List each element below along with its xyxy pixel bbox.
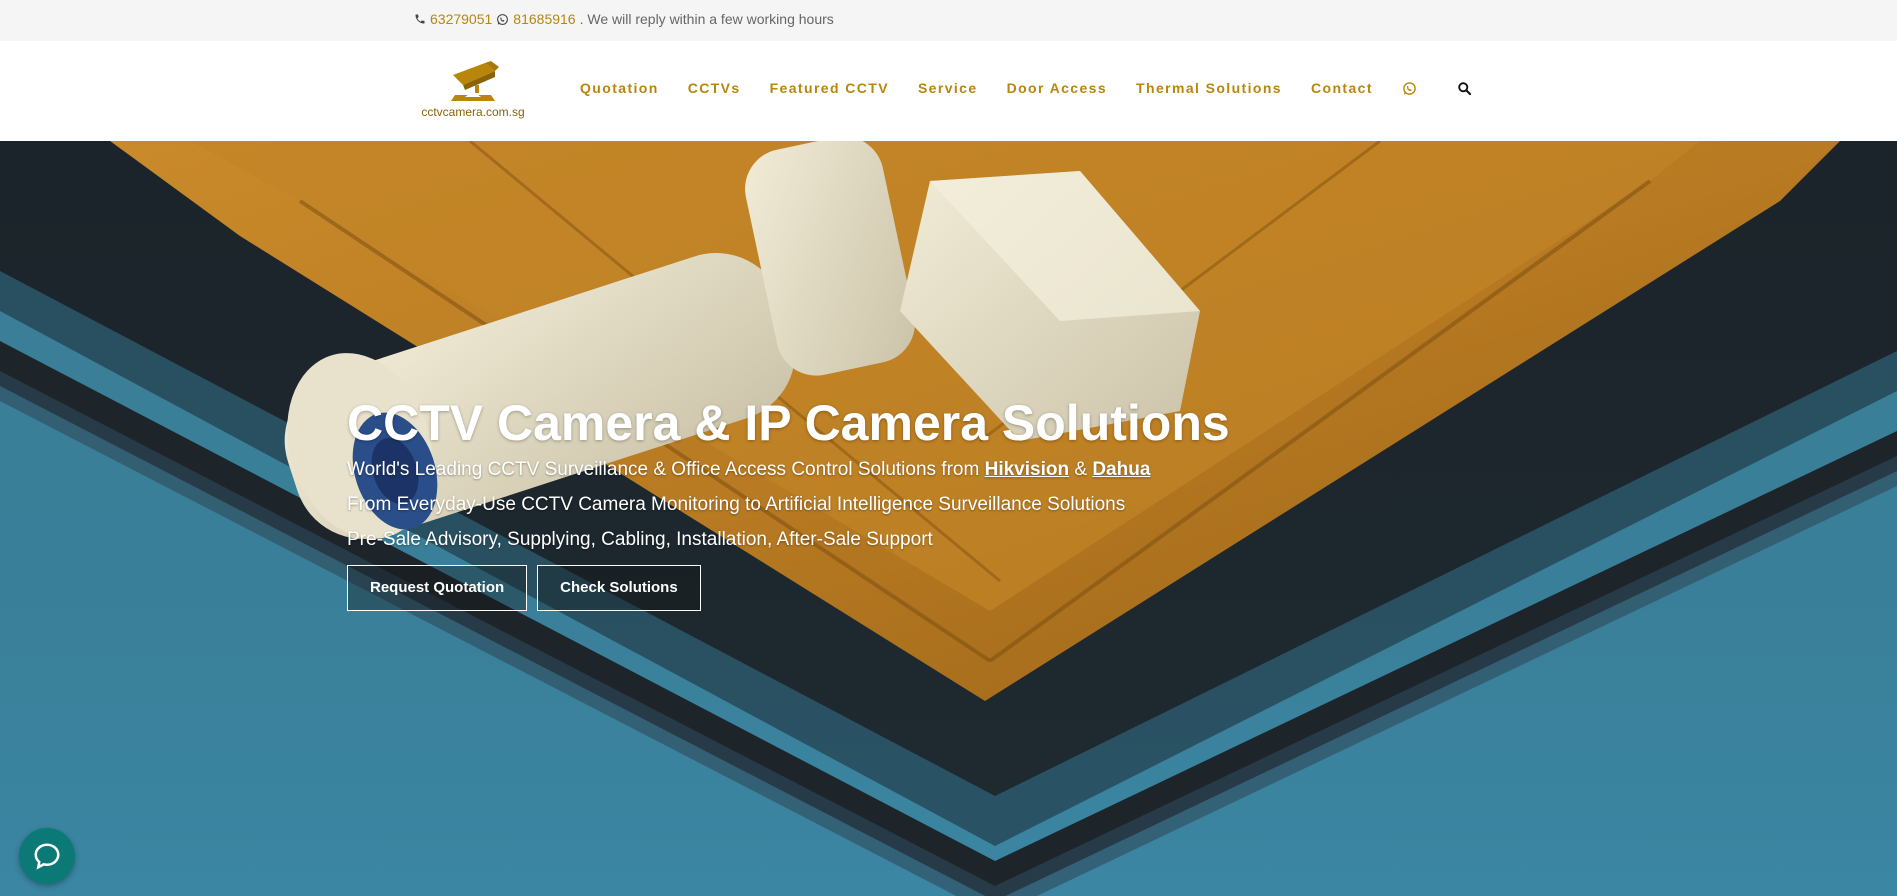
hero-line-3: Pre-Sale Advisory, Supplying, Cabling, I… [347,529,933,550]
logo-text: cctvcamera.com.sg [421,105,525,119]
hero-line-1-amp: & [1069,459,1093,480]
hikvision-link[interactable]: Hikvision [985,459,1069,480]
nav-service[interactable]: Service [918,80,978,96]
site-logo[interactable]: cctvcamera.com.sg [414,61,532,123]
contact-info: 63279051 81685916 . We will reply within… [414,11,834,27]
hero-line-1-text: World's Leading CCTV Surveillance & Offi… [347,459,985,480]
check-solutions-button[interactable]: Check Solutions [537,565,701,611]
main-nav: Quotation CCTVs Featured CCTV Service Do… [580,80,1472,96]
nav-door-access[interactable]: Door Access [1007,80,1107,96]
site-header: cctvcamera.com.sg Quotation CCTVs Featur… [0,41,1897,141]
whatsapp-small-icon [496,13,509,26]
whatsapp-number[interactable]: 81685916 [513,11,575,27]
nav-quotation[interactable]: Quotation [580,80,659,96]
phone-icon [414,13,426,25]
dahua-link[interactable]: Dahua [1092,459,1150,480]
topbar: 63279051 81685916 . We will reply within… [0,0,1897,41]
search-icon[interactable] [1457,81,1472,96]
chat-widget-button[interactable] [19,828,75,884]
whatsapp-icon[interactable] [1402,81,1417,96]
request-quotation-button[interactable]: Request Quotation [347,565,528,611]
hero-title: CCTV Camera & IP Camera Solutions [347,395,1230,451]
hero-line-2: From Everyday-Use CCTV Camera Monitoring… [347,494,1126,515]
nav-thermal-solutions[interactable]: Thermal Solutions [1136,80,1282,96]
chat-icon [34,843,60,870]
reply-message: . We will reply within a few working hou… [579,11,834,27]
hero-line-1: World's Leading CCTV Surveillance & Offi… [347,452,1230,487]
phone-number[interactable]: 63279051 [430,11,492,27]
nav-contact[interactable]: Contact [1311,80,1373,96]
hero-content: CCTV Camera & IP Camera Solutions World'… [347,394,1230,611]
cctv-logo-icon [451,61,499,101]
hero-banner: CCTV Camera & IP Camera Solutions World'… [0,141,1897,896]
nav-cctvs[interactable]: CCTVs [688,80,741,96]
hero-buttons: Request Quotation Check Solutions [347,565,1230,611]
nav-featured-cctv[interactable]: Featured CCTV [770,80,889,96]
